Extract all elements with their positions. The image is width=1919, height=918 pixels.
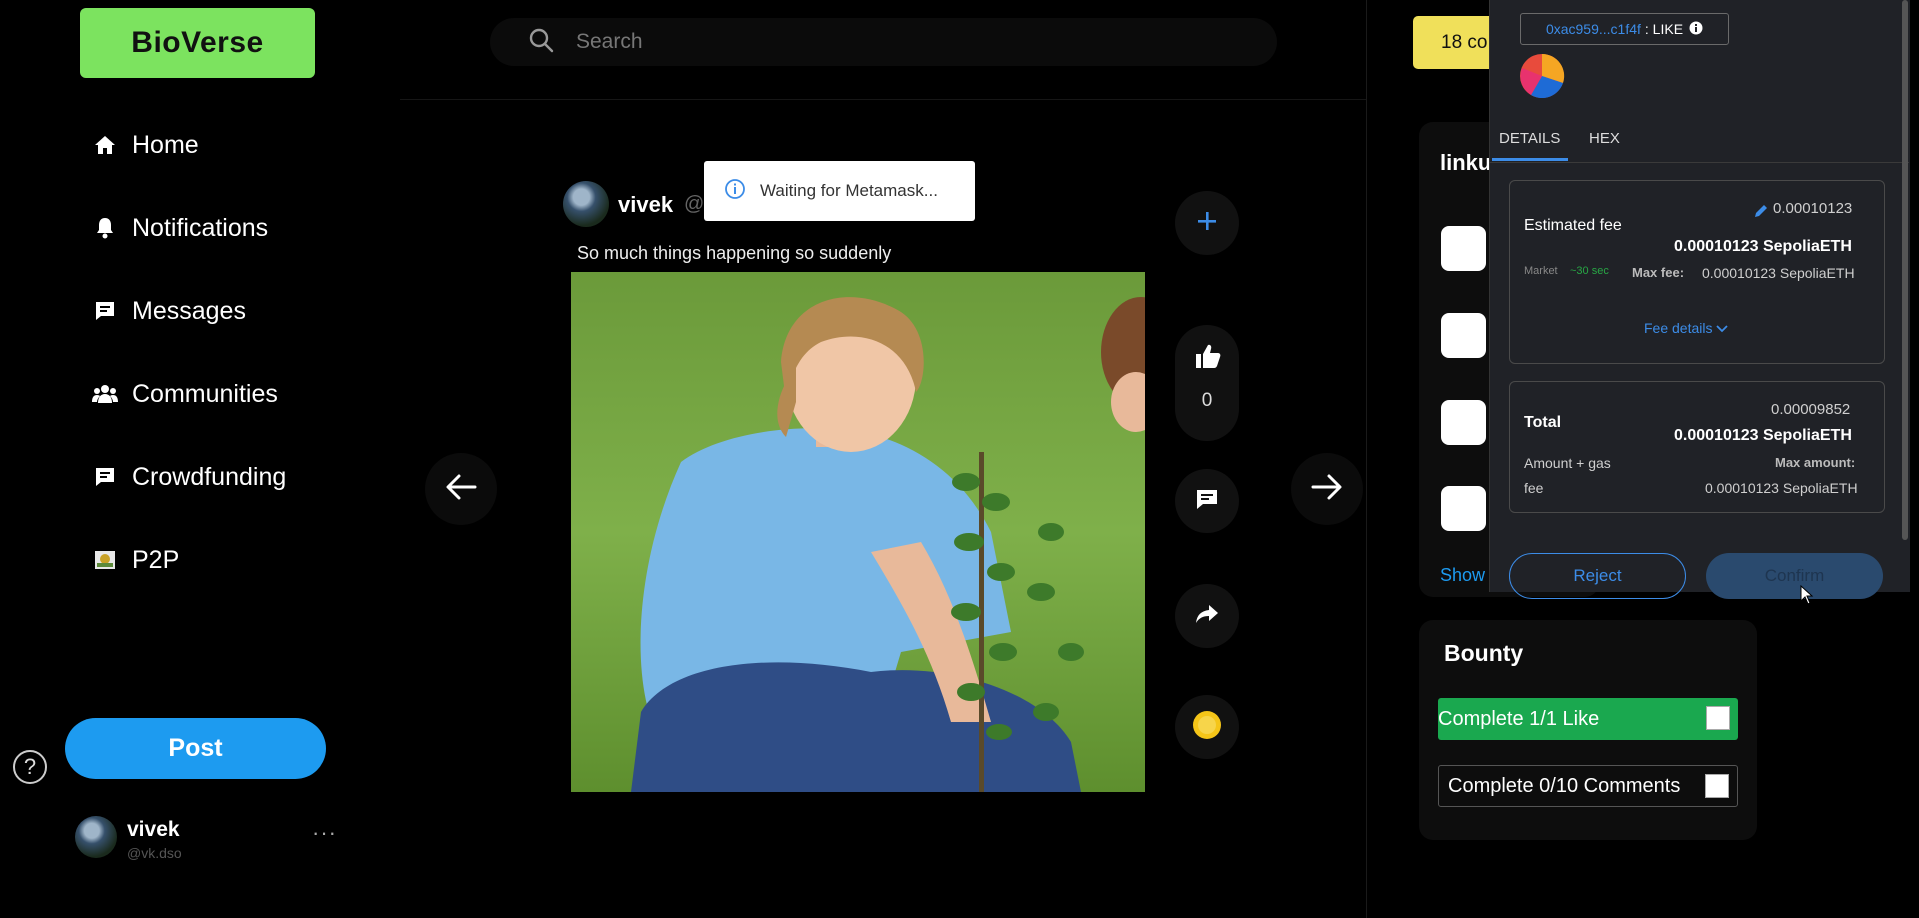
share-icon (1195, 603, 1219, 630)
post-author-handle: @ (684, 193, 705, 215)
show-more-link[interactable]: Show (1440, 565, 1485, 586)
search-icon (528, 27, 554, 58)
max-fee-value: 0.00010123 SepoliaETH (1702, 265, 1855, 281)
share-button[interactable] (1175, 584, 1239, 648)
edit-pencil-icon[interactable] (1753, 203, 1769, 224)
estimated-fee-eth: 0.00010123 (1773, 200, 1853, 217)
max-fee-label: Max fee: (1632, 265, 1685, 280)
divider (400, 99, 1366, 100)
sidebar-item-label: P2P (132, 545, 180, 574)
sidebar-item-label: Notifications (132, 213, 269, 242)
comment-icon (1195, 488, 1219, 515)
comment-button[interactable] (1175, 469, 1239, 533)
post-author-name[interactable]: vivek (618, 192, 673, 218)
bounty-item-label: Complete 0/10 Comments (1448, 774, 1681, 797)
sidebar-item-communities[interactable]: Communities (92, 372, 278, 416)
chevron-down-icon (1716, 320, 1729, 336)
app-logo[interactable]: BioVerse (80, 8, 315, 78)
next-post-button[interactable] (1291, 453, 1363, 525)
tip-button[interactable] (1175, 695, 1239, 759)
fee-details-label: Fee details (1644, 320, 1713, 336)
market-label: Market (1524, 265, 1558, 277)
bounty-item[interactable]: Complete 1/1 Like (1438, 698, 1738, 740)
amount-gas-label-line2: fee (1524, 480, 1544, 496)
arrow-left-icon (445, 473, 477, 506)
contract-address-badge[interactable]: 0xac959...c1f4f : LIKE (1520, 13, 1729, 45)
user-handle: @vk.dso (127, 845, 182, 861)
add-button[interactable] (1175, 191, 1239, 255)
user-avatar[interactable] (75, 816, 117, 858)
total-main: 0.00010123 SepoliaETH (1674, 427, 1852, 444)
divider (1366, 0, 1367, 918)
home-icon (92, 132, 118, 158)
post-button[interactable]: Post (65, 718, 326, 779)
sidebar-item-home[interactable]: Home (92, 123, 199, 167)
coin-icon (1192, 710, 1222, 745)
user-name: vivek (127, 818, 180, 841)
bell-icon (92, 215, 118, 241)
confirm-button[interactable]: Confirm (1706, 553, 1883, 599)
max-amount-value: 0.00010123 SepoliaETH (1705, 480, 1858, 496)
tab-details[interactable]: DETAILS (1499, 130, 1560, 147)
contract-address: 0xac959...c1f4f (1545, 21, 1641, 37)
estimated-fee-main: 0.00010123 SepoliaETH (1674, 238, 1852, 255)
sidebar-item-p2p[interactable]: P2P (92, 538, 179, 582)
amount-gas-label: Amount + gas (1524, 455, 1611, 471)
like-count: 0 (1201, 390, 1213, 411)
sidebar-item-label: Communities (132, 379, 278, 408)
like-button[interactable] (1175, 325, 1239, 441)
account-avatar-icon (1519, 53, 1565, 104)
search-input[interactable]: Search (576, 30, 643, 54)
waiting-toast: Waiting for Metamask... (704, 161, 975, 221)
thumbs-up-icon (1194, 342, 1222, 375)
search-bar[interactable]: Search (490, 18, 1277, 66)
cursor-icon (1800, 584, 1814, 610)
message-icon (92, 298, 118, 324)
list-item-thumbnail[interactable] (1441, 313, 1486, 358)
sidebar-item-label: Messages (132, 296, 246, 325)
sidebar-item-crowdfunding[interactable]: Crowdfunding (92, 455, 286, 499)
post-image[interactable] (571, 272, 1145, 792)
sidebar-item-notifications[interactable]: Notifications (92, 206, 268, 250)
contract-method: : LIKE (1644, 21, 1684, 37)
help-button[interactable]: ? (13, 750, 47, 784)
arrow-right-icon (1311, 473, 1343, 506)
list-item-thumbnail[interactable] (1441, 486, 1486, 531)
bounty-item-label: Complete 1/1 Like (1438, 707, 1600, 730)
broken-image-icon (1706, 706, 1730, 730)
post-author-avatar[interactable] (563, 181, 609, 227)
sidebar-item-label: Home (132, 130, 199, 159)
list-item-thumbnail[interactable] (1441, 226, 1486, 271)
bounty-title: Bounty (1444, 640, 1524, 666)
list-item-thumbnail[interactable] (1441, 400, 1486, 445)
scrollbar[interactable] (1902, 0, 1908, 540)
max-amount-label: Max amount: (1775, 455, 1856, 470)
active-tab-indicator (1492, 158, 1568, 161)
estimated-fee-label: Estimated fee (1524, 217, 1622, 234)
bounty-item[interactable]: Complete 0/10 Comments (1438, 765, 1738, 807)
message-icon (92, 464, 118, 490)
market-time: ~30 sec (1570, 265, 1609, 277)
sidebar-item-label: Crowdfunding (132, 462, 287, 491)
info-icon (724, 178, 746, 205)
tab-hex[interactable]: HEX (1589, 130, 1620, 147)
total-label: Total (1524, 414, 1562, 431)
total-eth: 0.00009852 (1771, 401, 1851, 418)
broken-image-icon (1705, 774, 1729, 798)
image-icon (92, 547, 118, 573)
fee-details-link[interactable]: Fee details (1644, 320, 1729, 336)
post-text: So much things happening so suddenly (577, 243, 892, 263)
reject-button[interactable]: Reject (1509, 553, 1686, 599)
sidebar-item-messages[interactable]: Messages (92, 289, 246, 333)
users-icon (92, 381, 118, 407)
toast-text: Waiting for Metamask... (760, 181, 938, 200)
previous-post-button[interactable] (425, 453, 497, 525)
info-icon (1689, 21, 1703, 38)
plus-icon (1195, 209, 1219, 238)
more-options-button[interactable]: ··· (312, 820, 337, 846)
panel-title: linku (1440, 150, 1492, 175)
